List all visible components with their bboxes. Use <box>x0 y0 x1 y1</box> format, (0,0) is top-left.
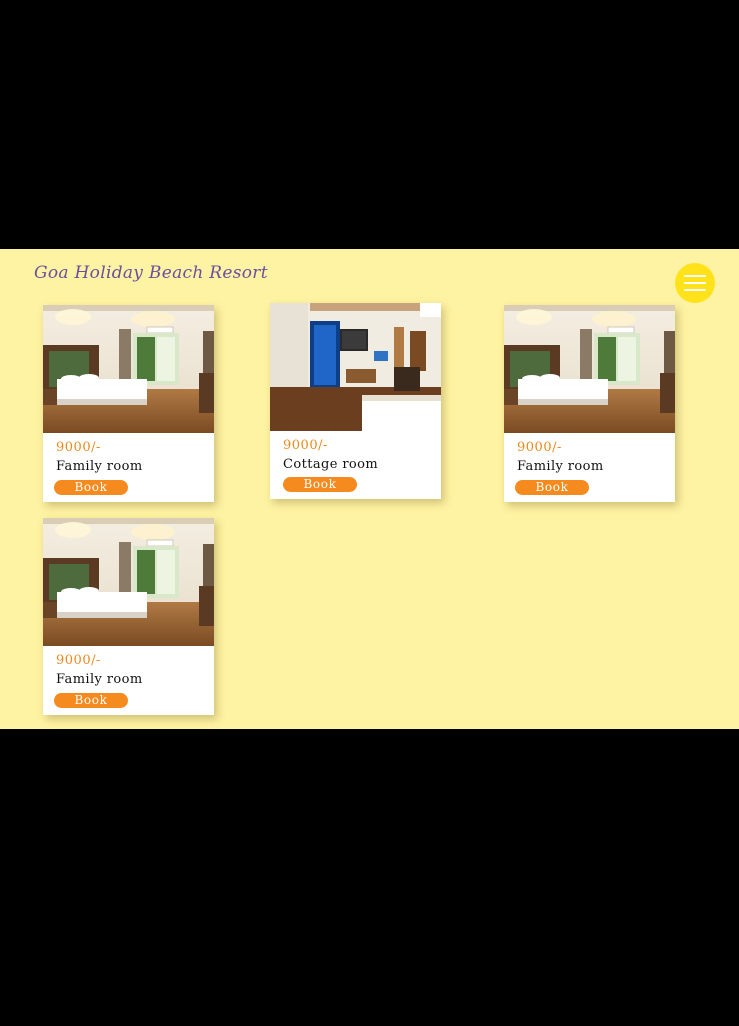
room-price: 9000/- <box>283 438 328 453</box>
resort-page: Goa Holiday Beach Resort 9000/- Family r… <box>0 249 739 729</box>
menu-button[interactable] <box>675 263 715 303</box>
book-button[interactable]: Book <box>54 693 128 708</box>
room-card[interactable]: 9000/- Family room Book <box>43 518 214 715</box>
room-name: Family room <box>56 672 143 687</box>
room-card[interactable]: 9000/- Cottage room Book <box>270 303 441 499</box>
hamburger-icon-line <box>684 275 706 277</box>
room-photo <box>270 303 441 431</box>
room-photo <box>43 305 214 433</box>
room-name: Family room <box>517 459 604 474</box>
room-price: 9000/- <box>56 653 101 668</box>
room-name: Cottage room <box>283 457 379 472</box>
hamburger-icon-line <box>684 282 706 284</box>
hamburger-icon-line <box>684 289 706 291</box>
room-card[interactable]: 9000/- Family room Book <box>504 305 675 502</box>
room-card[interactable]: 9000/- Family room Book <box>43 305 214 502</box>
book-button[interactable]: Book <box>283 477 357 492</box>
room-name: Family room <box>56 459 143 474</box>
room-photo <box>504 305 675 433</box>
brand-title[interactable]: Goa Holiday Beach Resort <box>34 263 268 283</box>
room-price: 9000/- <box>517 440 562 455</box>
book-button[interactable]: Book <box>515 480 589 495</box>
room-photo <box>43 518 214 646</box>
room-price: 9000/- <box>56 440 101 455</box>
book-button[interactable]: Book <box>54 480 128 495</box>
